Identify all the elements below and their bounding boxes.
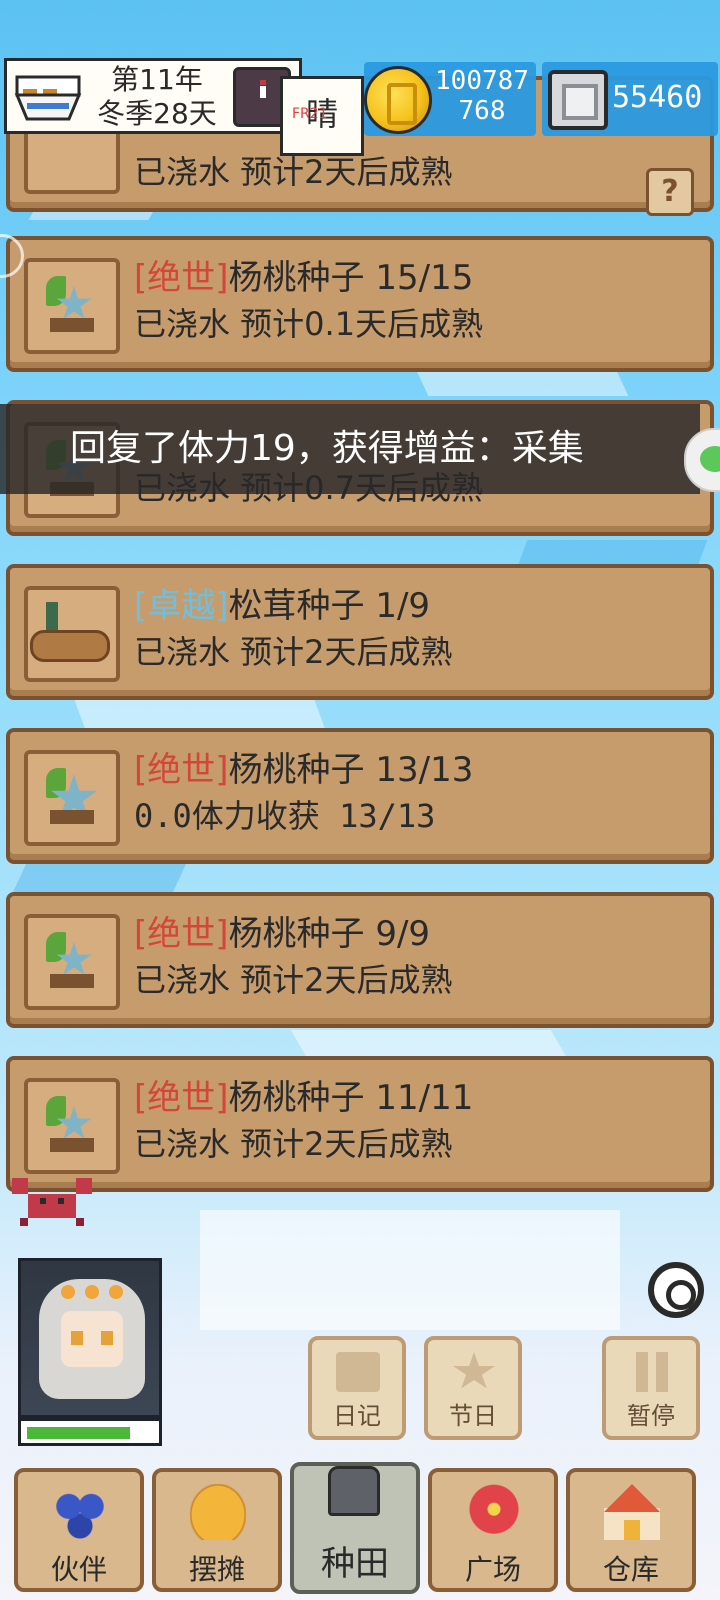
character-portrait[interactable] <box>18 1258 162 1418</box>
nav-label: 伙伴 <box>50 1553 107 1586</box>
coin-count-line2: 768 <box>458 96 506 126</box>
starfruit-plant-icon <box>24 750 120 846</box>
blueberry-icon <box>52 1484 108 1540</box>
gem-count: 55460 <box>612 80 703 115</box>
crop-count: 11/11 <box>375 1078 474 1118</box>
coin-count: 100787 768 <box>434 66 530 126</box>
nav-plaza[interactable]: 广场 <box>428 1468 558 1592</box>
starfruit-plant-icon <box>24 1078 120 1174</box>
crop-title: [绝世]杨桃种子 9/9 <box>134 912 430 956</box>
festival-label: 节日 <box>449 1402 497 1430</box>
crop-name: 杨桃种子 <box>228 258 365 298</box>
coin-count-line1: 100787 <box>435 66 529 96</box>
crop-count: 13/13 <box>375 750 474 790</box>
crop-count: 9/9 <box>375 914 431 954</box>
crop-card[interactable]: [绝世]杨桃种子 9/9 已浇水 预计2天后成熟 <box>6 892 714 1028</box>
crop-rarity: [绝世] <box>134 750 229 790</box>
crop-count: 1/9 <box>375 586 431 626</box>
crop-rarity: [绝世] <box>134 258 229 298</box>
crop-title: [绝世]杨桃种子 13/13 <box>134 748 473 792</box>
nav-label: 种田 <box>321 1544 389 1584</box>
crop-rarity: [绝世] <box>134 1078 229 1118</box>
crop-status: 已浇水 预计2天后成熟 <box>134 1125 453 1163</box>
diary-icon <box>336 1352 380 1392</box>
weather-note: FR21 <box>292 106 328 122</box>
house-icon <box>604 1484 660 1540</box>
rice-bowl-icon <box>14 75 82 121</box>
pause-icon <box>630 1352 674 1392</box>
crop-status: 已浇水 预计2天后成熟 <box>134 633 453 671</box>
diary-label: 日记 <box>333 1402 381 1430</box>
starfruit-plant-icon <box>24 258 120 354</box>
toast-message: 回复了体力19，获得增益：采集 <box>0 404 700 494</box>
crop-title: [绝世]杨桃种子 15/15 <box>134 256 473 300</box>
crop-status: 已浇水 预计2天后成熟 <box>134 153 453 191</box>
star-icon <box>452 1352 496 1389</box>
crop-title: [卓越]松茸种子 1/9 <box>134 584 430 628</box>
pause-button[interactable]: 暂停 <box>602 1336 700 1440</box>
watering-can-icon <box>328 1466 380 1516</box>
season-day-label: 冬季28天 <box>97 97 217 130</box>
crop-name: 杨桃种子 <box>228 1078 365 1118</box>
crop-card[interactable]: [卓越]松茸种子 1/9 已浇水 预计2天后成熟 <box>6 564 714 700</box>
crab-icon <box>12 1178 92 1226</box>
crop-title: [绝世]杨桃种子 11/11 <box>134 1076 473 1120</box>
matsutake-log-icon <box>24 586 120 682</box>
nav-label: 仓库 <box>602 1553 659 1586</box>
nav-farming[interactable]: 种田 <box>290 1462 420 1594</box>
crop-name: 杨桃种子 <box>228 750 365 790</box>
gold-coin-icon <box>364 66 432 134</box>
nav-label: 摆摊 <box>188 1553 245 1586</box>
settings-gear-icon[interactable] <box>648 1262 704 1318</box>
crop-count: 15/15 <box>375 258 474 298</box>
date-panel: 第11年 冬季28天 <box>4 58 302 134</box>
starfruit-plant-icon <box>24 914 120 1010</box>
crop-card[interactable]: [绝世]杨桃种子 11/11 已浇水 预计2天后成熟 <box>6 1056 714 1192</box>
silver-block-icon <box>548 70 608 130</box>
pause-label: 暂停 <box>627 1402 675 1430</box>
nav-label: 广场 <box>464 1553 521 1586</box>
diary-button[interactable]: 日记 <box>308 1336 406 1440</box>
crop-rarity: [卓越] <box>134 586 229 626</box>
crop-name: 松茸种子 <box>228 586 365 626</box>
nav-warehouse[interactable]: 仓库 <box>566 1468 696 1592</box>
stamina-bar <box>18 1418 162 1446</box>
crop-rarity: [绝世] <box>134 914 229 954</box>
nav-stall[interactable]: 摆摊 <box>152 1468 282 1592</box>
crop-card[interactable]: [绝世]杨桃种子 15/15 已浇水 预计0.1天后成熟 <box>6 236 714 372</box>
crop-status: 0.0体力收获 13/13 <box>134 797 436 835</box>
festival-button[interactable]: 节日 <box>424 1336 522 1440</box>
flower-icon <box>466 1484 522 1540</box>
stamina-bar-fill <box>27 1427 131 1439</box>
crop-name: 杨桃种子 <box>228 914 365 954</box>
year-label: 第11年 <box>111 63 203 96</box>
help-button[interactable]: ? <box>646 168 694 216</box>
nav-partners[interactable]: 伙伴 <box>14 1468 144 1592</box>
crop-card[interactable]: [绝世]杨桃种子 13/13 0.0体力收获 13/13 <box>6 728 714 864</box>
pancake-icon <box>190 1484 246 1540</box>
crop-status: 已浇水 预计0.1天后成熟 <box>134 305 484 343</box>
crop-status: 已浇水 预计2天后成熟 <box>134 961 453 999</box>
date-text: 第11年 冬季28天 <box>87 63 227 131</box>
